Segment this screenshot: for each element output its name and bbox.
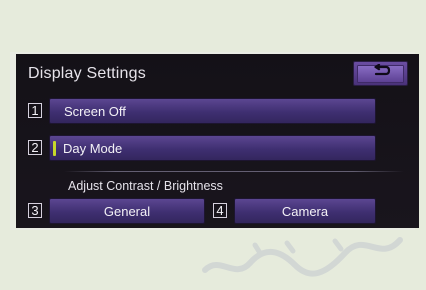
divider [64, 171, 404, 172]
camera-label: Camera [281, 203, 329, 219]
number-label-1: 1 [28, 103, 42, 118]
number-label-4: 4 [213, 203, 227, 218]
return-arrow-icon [370, 63, 392, 83]
number-label-3: 3 [28, 203, 42, 218]
watermark-script-icon [195, 225, 410, 285]
day-mode-button[interactable]: Day Mode [49, 135, 376, 161]
day-mode-indicator [53, 140, 56, 156]
number-label-2: 2 [28, 140, 42, 155]
display-frame: Display Settings 1 Screen Off 2 Day Mode… [10, 52, 419, 230]
back-button[interactable] [353, 61, 408, 86]
screen-off-button[interactable]: Screen Off [49, 98, 376, 124]
screen-off-label: Screen Off [64, 103, 126, 119]
display-screen: Display Settings 1 Screen Off 2 Day Mode… [16, 54, 419, 228]
camera-row: 4 [213, 198, 227, 223]
day-mode-label: Day Mode [63, 140, 123, 156]
day-mode-row: 2 [28, 135, 42, 160]
adjust-subtitle: Adjust Contrast / Brightness [68, 179, 223, 193]
screen-off-row: 1 [28, 98, 42, 123]
general-label: General [103, 203, 151, 219]
page-title: Display Settings [28, 65, 146, 82]
general-button[interactable]: General [49, 198, 205, 224]
back-button-face [357, 63, 404, 83]
camera-button[interactable]: Camera [234, 198, 376, 224]
general-row: 3 [28, 198, 42, 223]
